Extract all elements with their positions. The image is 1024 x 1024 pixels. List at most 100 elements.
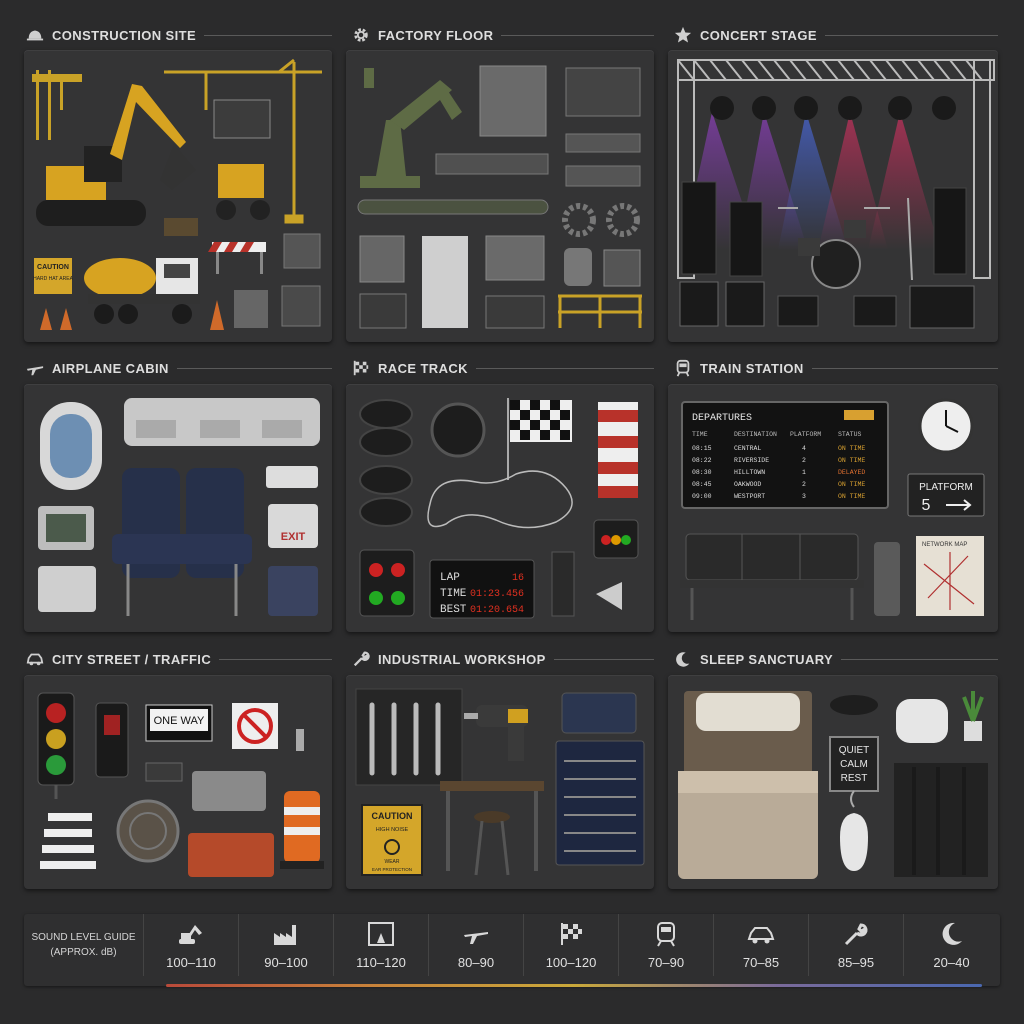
legend-caption-line: SOUND LEVEL GUIDE	[31, 932, 136, 943]
section-title: CONSTRUCTION SITE	[52, 27, 197, 43]
section-header-street: CITY STREET / TRAFFIC	[26, 648, 332, 670]
toolbox	[283, 233, 321, 269]
legend-caption-line: (APPROX. dB)	[50, 947, 117, 958]
stage-icon	[368, 921, 394, 946]
svg-text:08:15: 08:15	[692, 445, 712, 452]
generator	[485, 235, 545, 281]
airplane-icon	[26, 366, 44, 376]
pedestrian-signal	[95, 702, 129, 778]
workshop-panel: CAUTION HIGH NOISE WEAR EAR PROTECTION	[346, 675, 654, 889]
sound-level-gradient-bar	[166, 984, 982, 987]
power-drill	[464, 705, 528, 761]
legend-item-street: 70–85	[714, 914, 809, 976]
traffic-light	[37, 692, 75, 799]
legend-item-factory: 90–100	[239, 914, 334, 976]
call-button-panel	[266, 466, 318, 488]
safety-railing	[558, 294, 642, 328]
pallet	[359, 293, 407, 329]
station-clock	[918, 398, 974, 454]
svg-text:08:30: 08:30	[692, 469, 712, 476]
fence-panel	[213, 99, 271, 139]
one-way-sign: ONE WAY	[145, 704, 213, 742]
trash-bin	[874, 542, 900, 616]
traffic-drum	[280, 791, 324, 869]
svg-text:OAKWOOD: OAKWOOD	[734, 481, 761, 488]
legend-value: 80–90	[457, 954, 495, 970]
legend-item-construction: 100–110	[144, 914, 239, 976]
stage-light	[794, 96, 818, 120]
stool	[474, 811, 510, 876]
blackout-curtains	[894, 763, 988, 877]
svg-text:DEPARTURES: DEPARTURES	[692, 413, 752, 424]
gear	[606, 203, 640, 237]
rack-unit	[565, 133, 641, 153]
legend-value: 100–110	[166, 954, 216, 970]
speaker-stack	[681, 181, 717, 275]
potted-plant	[962, 691, 984, 741]
section-header-concert: CONCERT STAGE	[674, 24, 998, 46]
legend-caption: SOUND LEVEL GUIDE (APPROX. dB)	[24, 914, 144, 976]
debris	[164, 218, 198, 236]
platform-sign: PLATFORM 5	[907, 473, 985, 517]
svg-text:WESTPORT: WESTPORT	[734, 493, 765, 500]
speaker-stack	[933, 187, 967, 275]
legend-item-sleep: 20–40	[904, 914, 999, 976]
svg-text:RIVERSIDE: RIVERSIDE	[734, 457, 769, 464]
stage-light	[752, 96, 776, 120]
rubble-pile	[281, 285, 321, 327]
bollard	[296, 729, 304, 751]
control-panel	[565, 67, 641, 117]
stage-light	[888, 96, 912, 120]
safety-poster	[422, 236, 468, 328]
section-title: FACTORY FLOOR	[378, 27, 494, 43]
svg-text:CALM: CALM	[840, 759, 868, 770]
lap-timer-display: LAP 16 TIME 01:23.456 BEST 01:20.654	[429, 559, 535, 619]
svg-text:HARD HAT AREA: HARD HAT AREA	[33, 276, 73, 282]
crosswalk	[40, 813, 96, 869]
traffic-cone	[40, 308, 52, 330]
legend-item-workshop: 85–95	[809, 914, 904, 976]
speaker	[729, 201, 763, 277]
rack-unit	[565, 165, 641, 187]
light-beam	[868, 112, 940, 250]
legend-item-airplane: 80–90	[429, 914, 524, 976]
airplane-panel: EXIT	[24, 384, 332, 632]
train-icon	[676, 359, 690, 377]
svg-text:CAUTION: CAUTION	[37, 264, 69, 271]
section-header-construction: CONSTRUCTION SITE	[26, 24, 332, 46]
cement-mixer-truck	[84, 258, 200, 324]
stage-light	[932, 96, 956, 120]
excavator-icon	[179, 924, 202, 944]
moon-icon	[676, 652, 690, 667]
tray-table	[38, 566, 96, 612]
section-title: INDUSTRIAL WORKSHOP	[378, 651, 546, 667]
section-title: CONCERT STAGE	[700, 27, 817, 43]
exit-sign: EXIT	[268, 504, 318, 548]
section-title: RACE TRACK	[378, 360, 468, 376]
plastic-barrier	[188, 833, 274, 877]
legend-value: 100–120	[545, 954, 597, 970]
bed	[678, 691, 818, 879]
train-panel: DEPARTURES TIME DESTINATION PLATFORM STA…	[668, 384, 998, 632]
racing-wheel	[430, 402, 486, 458]
hard-hat-icon	[26, 30, 44, 41]
svg-text:DELAYED: DELAYED	[838, 469, 865, 476]
megaphone	[596, 582, 622, 610]
stage-light	[710, 96, 734, 120]
section-title: SLEEP SANCTUARY	[700, 651, 834, 667]
svg-text:CENTRAL: CENTRAL	[734, 445, 761, 452]
sound-level-legend: SOUND LEVEL GUIDE (APPROX. dB) 100–110 9…	[24, 914, 1000, 987]
svg-text:CAUTION: CAUTION	[372, 811, 413, 821]
pit-board	[551, 551, 575, 617]
svg-text:ON TIME: ON TIME	[838, 493, 865, 500]
section-header-train: TRAIN STATION	[674, 357, 998, 379]
section-title: CITY STREET / TRAFFIC	[52, 651, 212, 667]
caution-sign: CAUTION HIGH NOISE WEAR EAR PROTECTION	[361, 804, 423, 876]
sleep-mask	[830, 695, 878, 715]
crate	[603, 249, 641, 287]
construction-panel: CAUTION HARD HAT AREA	[24, 50, 332, 342]
road-case	[679, 281, 719, 327]
svg-text:HIGH NOISE: HIGH NOISE	[376, 827, 409, 833]
factory-panel	[346, 50, 654, 342]
svg-text:REST: REST	[841, 773, 868, 784]
